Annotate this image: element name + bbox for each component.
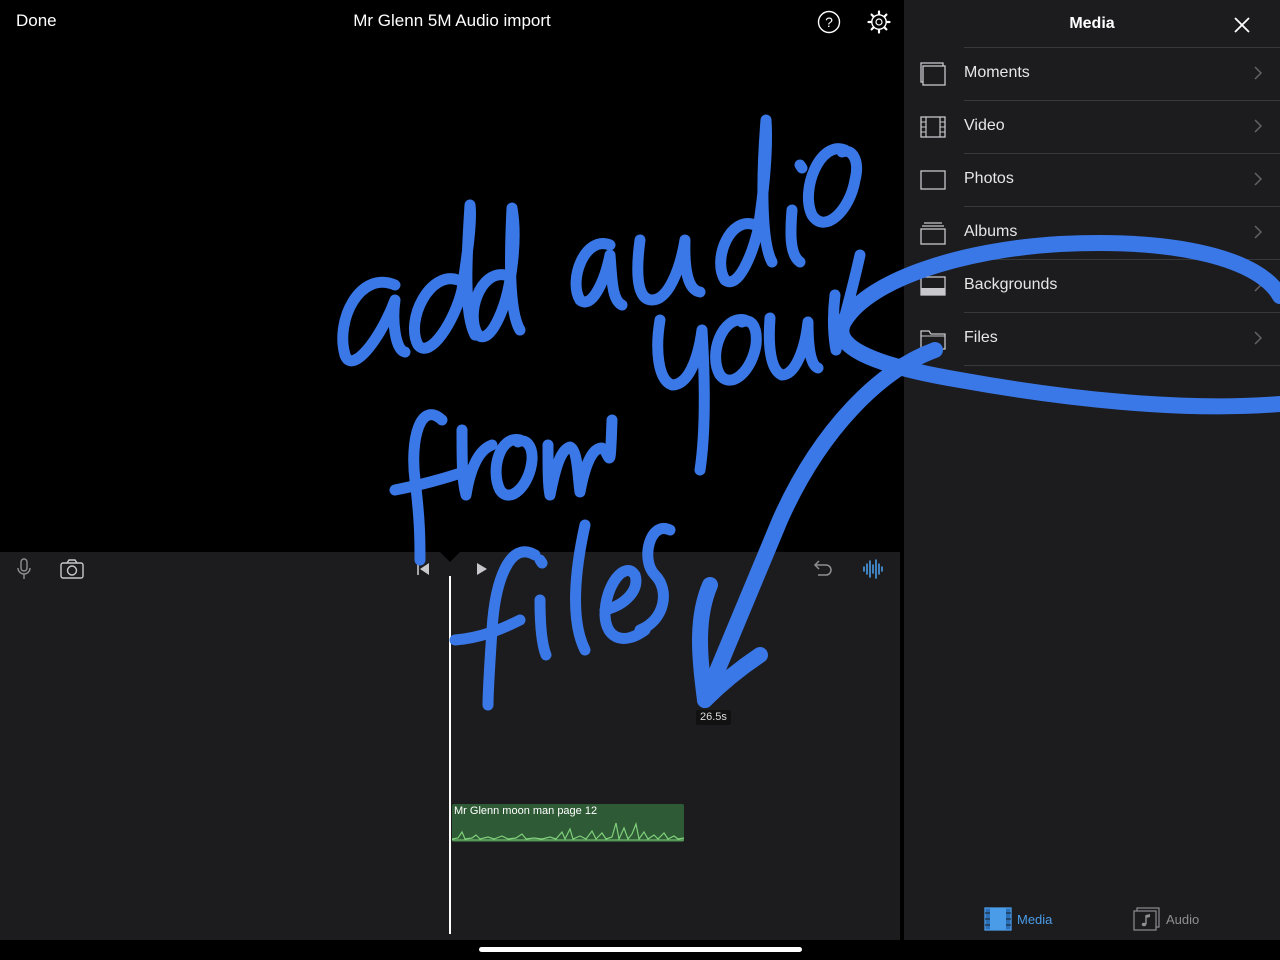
albums-icon xyxy=(920,222,946,245)
chevron-right-icon xyxy=(1254,331,1262,345)
photo-frame-icon xyxy=(920,170,946,190)
svg-text:?: ? xyxy=(825,14,833,30)
home-indicator xyxy=(479,947,802,952)
media-item-photos[interactable]: Photos xyxy=(920,153,1280,206)
playhead[interactable] xyxy=(449,576,451,934)
audio-clip[interactable]: Mr Glenn moon man page 12 xyxy=(452,804,684,842)
media-item-moments[interactable]: Moments xyxy=(920,47,1280,100)
audio-waveform xyxy=(452,821,684,841)
media-item-backgrounds[interactable]: Backgrounds xyxy=(920,259,1280,312)
film-strip-icon xyxy=(920,116,946,138)
media-item-albums[interactable]: Albums xyxy=(920,206,1280,259)
camera-icon[interactable] xyxy=(58,556,86,582)
chevron-right-icon xyxy=(1254,172,1262,186)
media-item-label: Video xyxy=(964,117,1005,134)
microphone-icon[interactable] xyxy=(10,556,38,582)
film-strip-icon xyxy=(984,907,1012,931)
play-icon[interactable] xyxy=(468,556,496,582)
media-item-label: Backgrounds xyxy=(964,276,1058,293)
audio-waveform-icon[interactable] xyxy=(859,556,887,582)
chevron-right-icon xyxy=(1254,225,1262,239)
media-item-label: Photos xyxy=(964,170,1014,187)
media-item-files[interactable]: Files xyxy=(920,312,1280,366)
media-item-label: Moments xyxy=(964,64,1030,81)
skip-to-start-icon[interactable] xyxy=(409,556,437,582)
imovie-editor: Done Mr Glenn 5M Audio import ? 26.5s Mr… xyxy=(0,0,1280,960)
chevron-right-icon xyxy=(1254,119,1262,133)
duration-label: 26.5s xyxy=(696,710,731,725)
undo-icon[interactable] xyxy=(808,556,836,582)
folder-icon xyxy=(920,330,946,350)
video-preview[interactable] xyxy=(0,44,904,552)
media-item-label: Albums xyxy=(964,223,1018,240)
tab-audio-label: Audio xyxy=(1166,912,1200,927)
gear-icon[interactable] xyxy=(867,10,891,34)
tab-media-label: Media xyxy=(1017,912,1053,927)
playhead-marker xyxy=(440,552,460,562)
question-circle-icon[interactable]: ? xyxy=(817,10,841,34)
chevron-right-icon xyxy=(1254,66,1262,80)
panel-title: Media xyxy=(1069,15,1115,32)
moments-icon xyxy=(920,62,946,86)
backgrounds-icon xyxy=(920,276,946,296)
close-icon[interactable] xyxy=(1232,15,1252,35)
media-panel: Media Moments Video Photos Albums Backgr… xyxy=(904,0,1280,940)
panel-tab-bar: Media Audio xyxy=(904,900,1280,940)
top-bar: Done Mr Glenn 5M Audio import ? xyxy=(0,0,904,44)
media-item-label: Files xyxy=(964,329,998,346)
music-note-icon xyxy=(1133,907,1160,931)
project-title-text: Mr Glenn 5M Audio import xyxy=(353,11,551,30)
audio-clip-label: Mr Glenn moon man page 12 xyxy=(454,805,598,817)
project-title: Mr Glenn 5M Audio import xyxy=(0,11,904,31)
chevron-right-icon xyxy=(1254,278,1262,292)
media-item-video[interactable]: Video xyxy=(920,100,1280,153)
media-list: Moments Video Photos Albums Backgrounds … xyxy=(904,47,1280,366)
